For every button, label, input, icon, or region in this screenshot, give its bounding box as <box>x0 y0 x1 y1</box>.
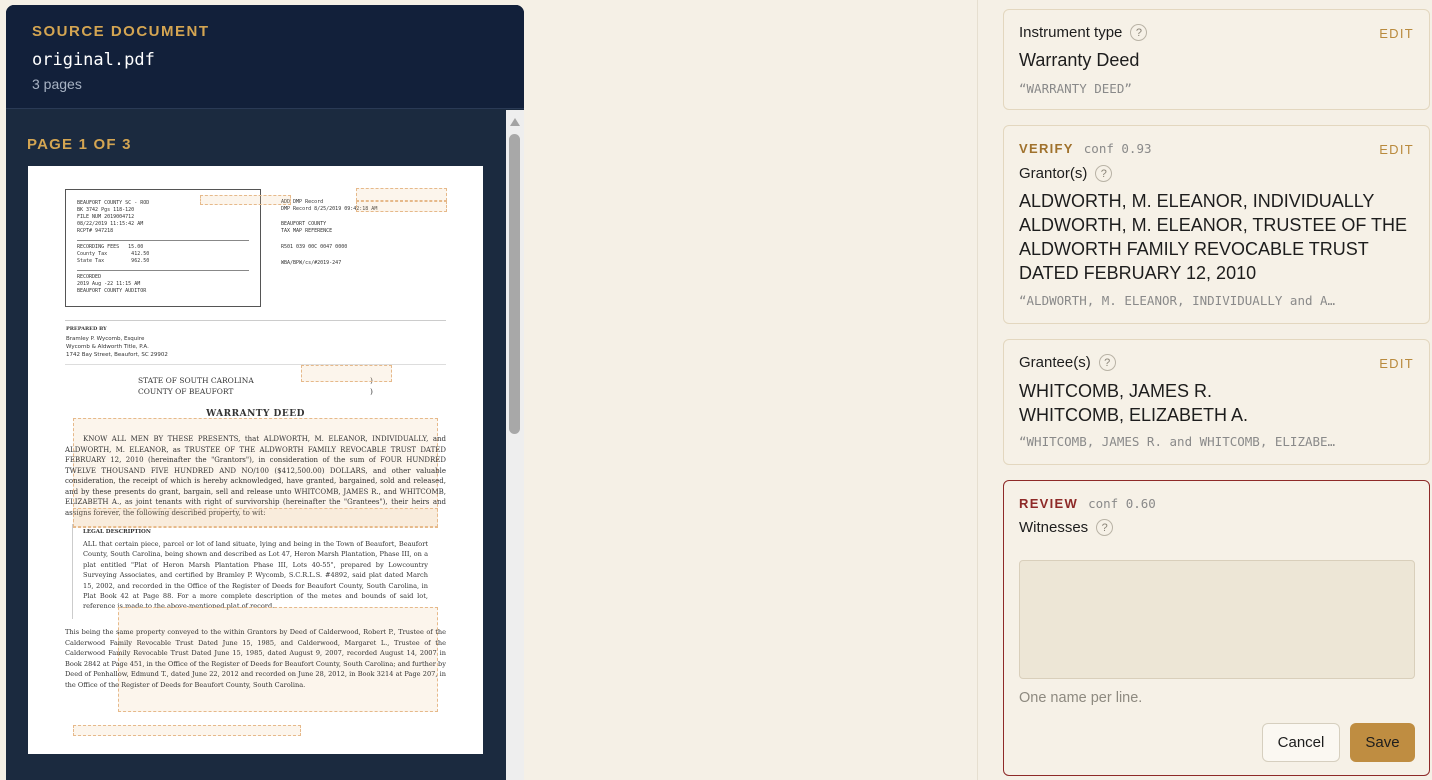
source-page-count: 3 pages <box>32 76 82 92</box>
stamp-line: 08/22/2019 11:15:42 AM <box>77 221 144 227</box>
field-label: Witnesses <box>1019 519 1089 536</box>
field-label: Instrument type <box>1019 24 1123 41</box>
field-card-witnesses: REVIEW conf 0.60 Witnesses ? One name pe… <box>1003 480 1430 776</box>
help-icon[interactable]: ? <box>1098 354 1116 371</box>
field-value-line: ALDWORTH, M. ELEANOR, TRUSTEE OF THE <box>1019 215 1408 235</box>
county-line: COUNTY OF BEAUFORT <box>138 387 234 396</box>
witnesses-textarea[interactable] <box>1019 560 1415 679</box>
stamp-line: RECORDED <box>77 274 102 280</box>
field-value-line: WHITCOMB, JAMES R. <box>1019 381 1212 401</box>
status-badge-verify: VERIFY <box>1019 141 1074 156</box>
chain-of-title-paragraph: This being the same property conveyed to… <box>65 628 446 689</box>
scroll-up-arrow-icon[interactable] <box>510 118 520 126</box>
legal-description-title: LEGAL DESCRIPTION <box>83 529 151 535</box>
input-hint: One name per line. <box>1019 690 1143 706</box>
stamp-line: County Tax 412.50 <box>77 251 150 257</box>
prepared-by-line: Wycomb & Aldworth Title, P.A. <box>66 344 149 350</box>
edit-button[interactable]: EDIT <box>1379 356 1414 371</box>
side-ref: WBA/BPW/cs/#2019-247 <box>281 260 342 266</box>
field-card-grantor: VERIFY conf 0.93 EDIT Grantor(s) ? ALDWO… <box>1003 125 1430 324</box>
field-label: Grantor(s) <box>1019 165 1088 182</box>
viewer-scrollbar[interactable] <box>506 110 524 780</box>
stamp-line: State Tax 962.50 <box>77 258 150 264</box>
stamp-line: BEAUFORT COUNTY AUDITOR <box>77 288 147 294</box>
extraction-highlight[interactable] <box>200 195 291 205</box>
help-icon[interactable]: ? <box>1095 165 1113 182</box>
document-page: BEAUFORT COUNTY SC - ROD BK 3742 Pgs 118… <box>28 166 483 754</box>
stamp-line: RECORDING FEES 15.00 <box>77 244 144 250</box>
source-header: SOURCE DOCUMENT original.pdf 3 pages <box>6 5 524 109</box>
panel-divider <box>977 0 978 780</box>
extraction-highlight[interactable] <box>73 725 301 736</box>
edit-button[interactable]: EDIT <box>1379 142 1414 157</box>
extraction-highlight[interactable] <box>356 201 447 212</box>
page-indicator: PAGE 1 OF 3 <box>27 136 132 153</box>
prepared-by-title: PREPARED BY <box>66 326 107 332</box>
confidence-score: conf 0.93 <box>1083 141 1152 156</box>
stamp-line: BEAUFORT COUNTY SC - ROD <box>77 200 150 206</box>
side-ref: BEAUFORT COUNTY <box>281 221 327 227</box>
field-label: Grantee(s) <box>1019 354 1091 371</box>
raw-extraction: “WHITCOMB, JAMES R. and WHITCOMB, ELIZAB… <box>1019 434 1336 449</box>
stamp-line: FILE NUM 2019004712 <box>77 214 135 220</box>
stamp-line: RCPT# 947218 <box>77 228 114 234</box>
source-label: SOURCE DOCUMENT <box>32 23 210 40</box>
field-value: Warranty Deed <box>1019 50 1140 70</box>
extraction-highlight[interactable] <box>356 188 447 201</box>
cancel-button[interactable]: Cancel <box>1262 723 1340 762</box>
stamp-line: BK 3742 Pgs 118-120 <box>77 207 135 213</box>
document-viewer[interactable]: PAGE 1 OF 3 BEAUFORT COUNTY SC - ROD BK … <box>6 110 508 780</box>
raw-extraction: “WARRANTY DEED” <box>1019 81 1132 96</box>
field-value-line: ALDWORTH, M. ELEANOR, INDIVIDUALLY <box>1019 191 1375 211</box>
prepared-by-line: 1742 Bay Street, Beaufort, SC 29902 <box>66 352 168 358</box>
source-filename: original.pdf <box>32 50 155 70</box>
help-icon[interactable]: ? <box>1130 24 1148 41</box>
extraction-highlight[interactable] <box>73 508 438 528</box>
status-badge-review: REVIEW <box>1019 496 1079 511</box>
save-button[interactable]: Save <box>1350 723 1415 762</box>
field-card-instrument-type: Instrument type ? EDIT Warranty Deed “WA… <box>1003 9 1430 110</box>
field-value-line: ALDWORTH FAMILY REVOCABLE TRUST <box>1019 239 1369 259</box>
help-icon[interactable]: ? <box>1096 519 1114 536</box>
field-card-grantee: Grantee(s) ? EDIT WHITCOMB, JAMES R. WHI… <box>1003 339 1430 465</box>
raw-extraction: “ALDWORTH, M. ELEANOR, INDIVIDUALLY and … <box>1019 293 1336 308</box>
legal-description: ALL that certain piece, parcel or lot of… <box>83 540 428 611</box>
field-value-line: DATED FEBRUARY 12, 2010 <box>1019 263 1257 283</box>
confidence-score: conf 0.60 <box>1088 496 1156 511</box>
bracket: ) <box>370 387 373 396</box>
extraction-highlight[interactable] <box>301 365 392 382</box>
side-ref: R501 039 00C 0047 0000 <box>281 244 348 250</box>
scroll-thumb[interactable] <box>509 134 520 434</box>
source-document-panel: SOURCE DOCUMENT original.pdf 3 pages PAG… <box>6 5 524 780</box>
conveyance-paragraph: KNOW ALL MEN BY THESE PRESENTS, that ALD… <box>65 435 446 517</box>
stamp-line: 2019 Aug -22 11:15 AM <box>77 281 141 287</box>
side-ref: TAX MAP REFERENCE <box>281 228 333 234</box>
edit-button[interactable]: EDIT <box>1379 26 1414 41</box>
prepared-by-line: Bramley P. Wycomb, Esquire <box>66 336 145 342</box>
field-value-line: WHITCOMB, ELIZABETH A. <box>1019 405 1249 425</box>
state-line: STATE OF SOUTH CAROLINA <box>138 376 254 385</box>
